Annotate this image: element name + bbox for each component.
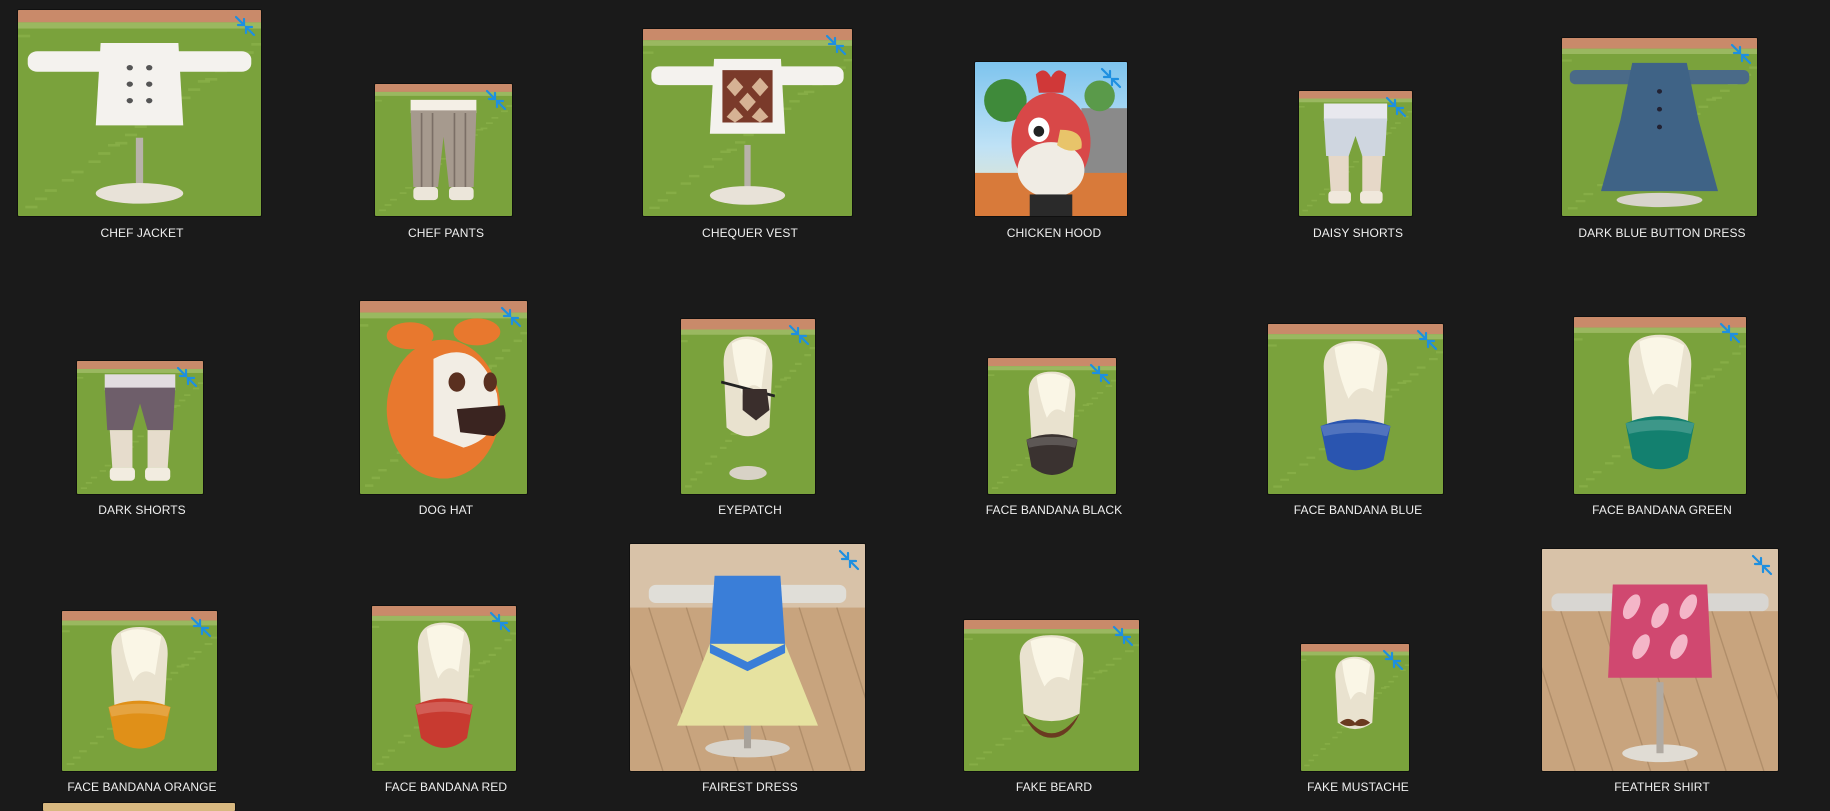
item-caption[interactable]: CHICKEN HOOD [904, 226, 1204, 240]
sync-arrows-icon [1416, 329, 1438, 351]
thumbnail-tile-dog-hat[interactable] [360, 301, 527, 494]
sync-arrows-icon [234, 15, 256, 37]
thumbnail-tile-chicken-hood[interactable] [975, 62, 1127, 216]
thumbnail-tile-chequer-vest[interactable] [643, 29, 852, 216]
item-caption[interactable]: FAKE BEARD [904, 780, 1204, 794]
thumbnail-tile-feather-shirt[interactable] [1542, 549, 1778, 771]
sync-arrows-icon [1089, 363, 1111, 385]
dark-blue-button-dress-image [1562, 38, 1757, 216]
item-caption[interactable]: FACE BANDANA RED [296, 780, 596, 794]
sync-arrows-icon [485, 89, 507, 111]
thumbnail-tile-face-bandana-red[interactable] [372, 606, 516, 771]
item-caption[interactable]: FAKE MUSTACHE [1208, 780, 1508, 794]
feather-shirt-image [1542, 549, 1778, 771]
item-caption[interactable]: CHEF JACKET [0, 226, 292, 240]
item-caption[interactable]: CHEF PANTS [296, 226, 596, 240]
item-caption[interactable]: FEATHER SHIRT [1512, 780, 1812, 794]
item-caption[interactable]: FAIREST DRESS [600, 780, 900, 794]
item-caption[interactable]: DAISY SHORTS [1208, 226, 1508, 240]
thumbnail-tile-fake-mustache[interactable] [1301, 644, 1409, 771]
sync-arrows-icon [1730, 43, 1752, 65]
item-caption[interactable]: FACE BANDANA GREEN [1512, 503, 1812, 517]
chef-jacket-image [18, 10, 261, 216]
thumbnail-tile-partial[interactable] [43, 803, 235, 811]
sync-arrows-icon [500, 306, 522, 328]
sync-arrows-icon [176, 366, 198, 388]
item-caption[interactable]: CHEQUER VEST [600, 226, 900, 240]
item-caption[interactable]: DOG HAT [296, 503, 596, 517]
thumbnail-tile-daisy-shorts[interactable] [1299, 91, 1412, 216]
thumbnail-tile-dark-shorts[interactable] [77, 361, 203, 494]
thumbnail-tile-face-bandana-black[interactable] [988, 358, 1116, 494]
dog-hat-image [360, 301, 527, 494]
item-caption[interactable]: FACE BANDANA BLUE [1208, 503, 1508, 517]
sync-arrows-icon [1719, 322, 1741, 344]
sync-arrows-icon [838, 549, 860, 571]
partial-thumbnail-image [43, 803, 235, 811]
sync-arrows-icon [825, 34, 847, 56]
item-caption[interactable]: FACE BANDANA BLACK [904, 503, 1204, 517]
thumbnail-tile-chef-jacket[interactable] [18, 10, 261, 216]
item-caption[interactable]: FACE BANDANA ORANGE [0, 780, 292, 794]
item-caption[interactable]: DARK SHORTS [0, 503, 292, 517]
thumbnail-tile-fairest-dress[interactable] [630, 544, 865, 771]
sync-arrows-icon [1751, 554, 1773, 576]
sync-arrows-icon [1382, 649, 1404, 671]
item-caption[interactable]: EYEPATCH [600, 503, 900, 517]
chequer-vest-image [643, 29, 852, 216]
fairest-dress-image [630, 544, 865, 771]
sync-arrows-icon [1100, 67, 1122, 89]
thumbnail-tile-eyepatch[interactable] [681, 319, 815, 494]
thumbnail-tile-chef-pants[interactable] [375, 84, 512, 216]
thumbnail-tile-face-bandana-blue[interactable] [1268, 324, 1443, 494]
sync-arrows-icon [489, 611, 511, 633]
sync-arrows-icon [1385, 96, 1407, 118]
sync-arrows-icon [788, 324, 810, 346]
item-caption[interactable]: DARK BLUE BUTTON DRESS [1512, 226, 1812, 240]
thumbnail-tile-face-bandana-orange[interactable] [62, 611, 217, 771]
sync-arrows-icon [1112, 625, 1134, 647]
sync-arrows-icon [190, 616, 212, 638]
image-gallery: CHEF JACKET CHEF PANTS CHEQUER VEST CHICKEN… [0, 0, 1830, 811]
thumbnail-tile-fake-beard[interactable] [964, 620, 1139, 771]
thumbnail-tile-dark-blue-button-dress[interactable] [1562, 38, 1757, 216]
thumbnail-tile-face-bandana-green[interactable] [1574, 317, 1746, 494]
